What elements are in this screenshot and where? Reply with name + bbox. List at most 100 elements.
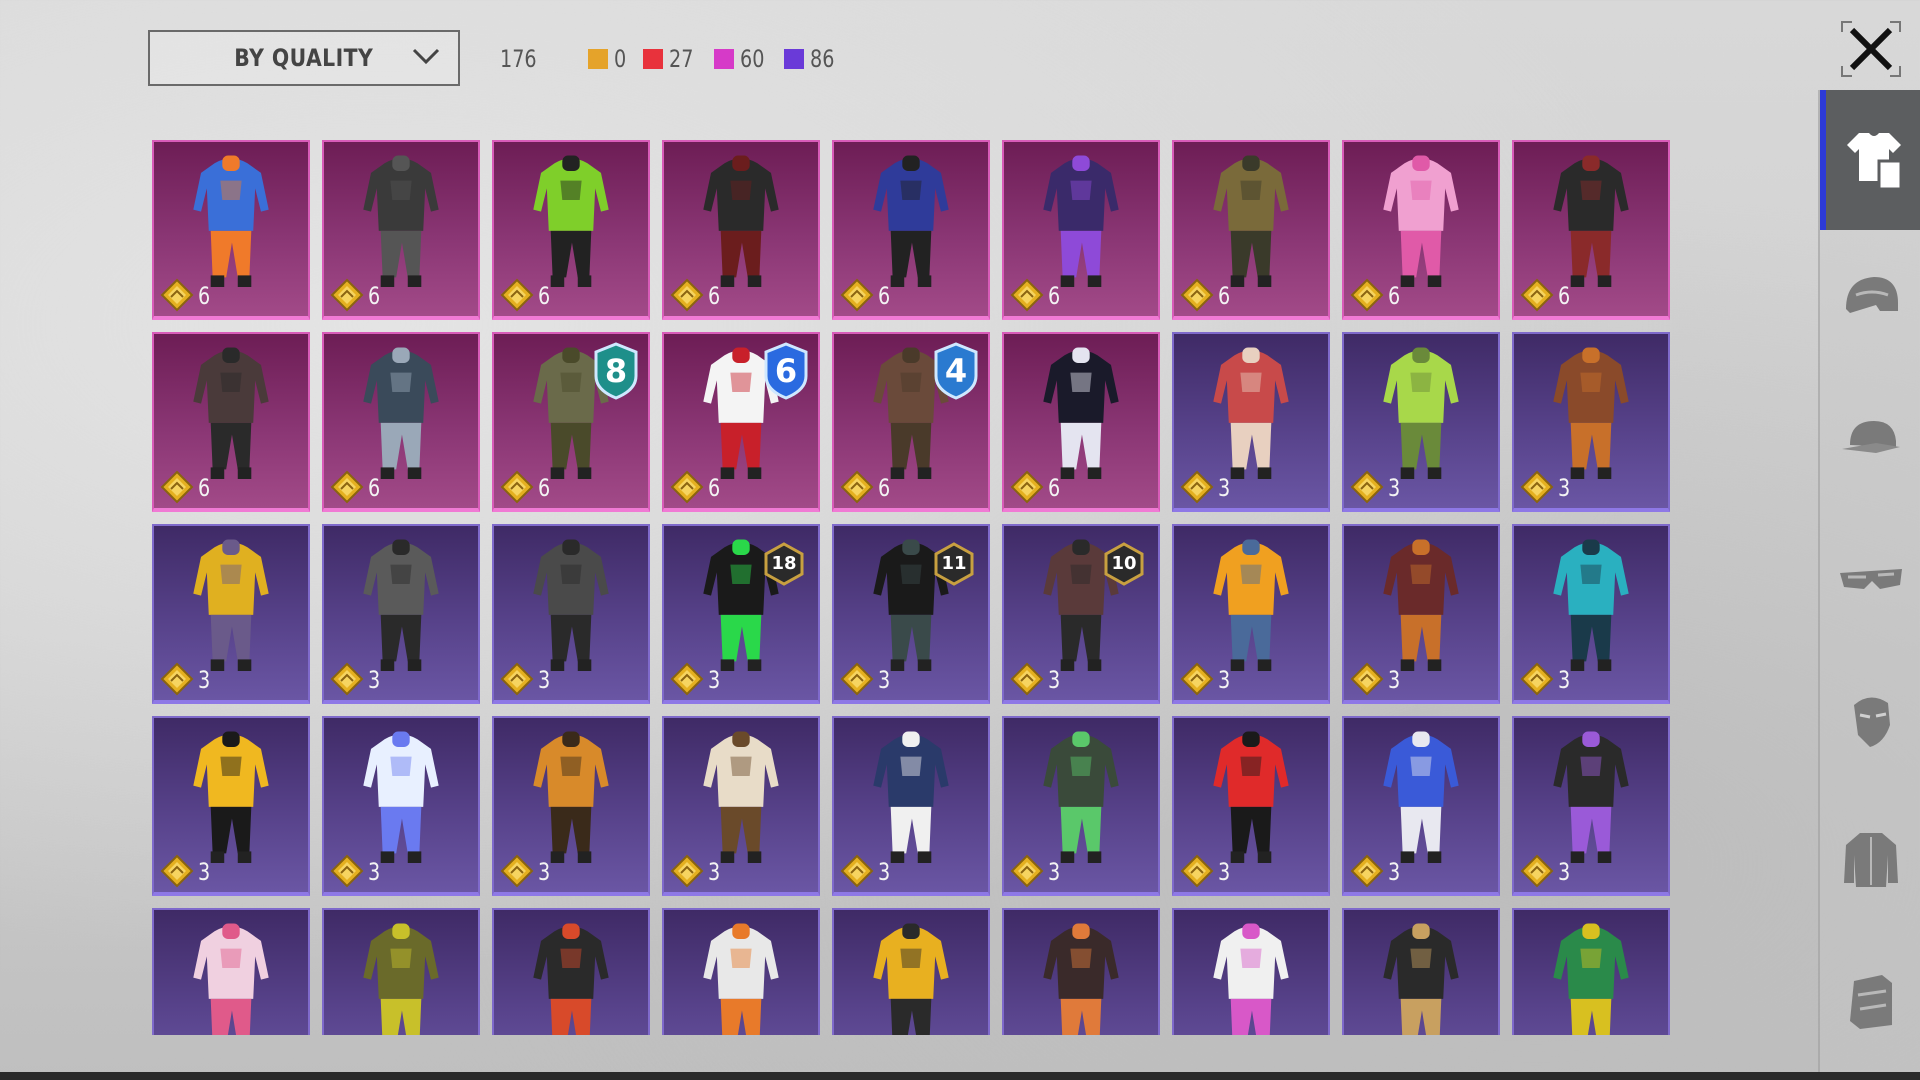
backpack-icon <box>1850 975 1892 1029</box>
quality-count-value: 27 <box>669 45 694 73</box>
outfit-card[interactable]: 3 <box>1512 716 1670 896</box>
coin-icon <box>1010 278 1044 312</box>
coin-icon <box>670 854 704 888</box>
outfit-card[interactable]: 3 <box>152 524 310 704</box>
coin-icon <box>1180 278 1214 312</box>
outfit-card[interactable] <box>1342 908 1500 1035</box>
outfit-card[interactable]: 3 <box>1342 332 1500 512</box>
outfit-card[interactable]: 6 <box>662 140 820 320</box>
card-value: 3 <box>878 666 891 694</box>
outfit-card[interactable]: 3 <box>322 716 480 896</box>
outfit-card[interactable]: 3 <box>662 716 820 896</box>
outfit-card[interactable] <box>662 908 820 1035</box>
outfit-image <box>193 923 269 1035</box>
tab-masks[interactable] <box>1820 650 1920 790</box>
cap-icon <box>1842 421 1900 453</box>
card-value: 3 <box>198 858 211 886</box>
outfit-card[interactable]: 3 <box>1172 716 1330 896</box>
coin-icon <box>840 662 874 696</box>
tab-outfits[interactable] <box>1820 90 1920 230</box>
coin-icon <box>330 278 364 312</box>
outfit-card[interactable]: 3 <box>492 524 650 704</box>
outfit-card[interactable]: 6 <box>1342 140 1500 320</box>
level-badge-number: 8 <box>604 352 628 390</box>
quality-count-pink: 60 <box>713 45 771 73</box>
coin-icon <box>670 278 704 312</box>
sort-dropdown[interactable]: BY QUALITY <box>148 30 460 86</box>
outfit-card[interactable]: 6 <box>492 140 650 320</box>
outfit-card[interactable]: 6 <box>1172 140 1330 320</box>
card-value: 3 <box>1048 858 1061 886</box>
outfit-card[interactable]: 3 10 <box>1002 524 1160 704</box>
card-value: 3 <box>708 858 721 886</box>
outfit-image <box>1043 923 1119 1035</box>
card-value: 3 <box>1388 858 1401 886</box>
outfit-card[interactable]: 68 <box>492 332 650 512</box>
card-value: 3 <box>1218 474 1231 502</box>
coin-icon <box>330 854 364 888</box>
outfit-card[interactable]: 3 <box>1512 332 1670 512</box>
outfit-card[interactable] <box>322 908 480 1035</box>
outfit-card[interactable]: 3 <box>1512 524 1670 704</box>
coin-icon <box>500 854 534 888</box>
outfit-card[interactable] <box>492 908 650 1035</box>
outfit-card[interactable]: 3 11 <box>832 524 990 704</box>
outfit-card[interactable]: 66 <box>662 332 820 512</box>
card-value: 6 <box>708 282 721 310</box>
outfit-card[interactable]: 6 <box>152 332 310 512</box>
outfit-card[interactable]: 6 <box>322 332 480 512</box>
outfit-card[interactable] <box>1512 908 1670 1035</box>
outfit-card[interactable] <box>152 908 310 1035</box>
quality-swatch <box>643 49 664 69</box>
card-value: 6 <box>198 474 211 502</box>
card-value: 3 <box>1558 858 1571 886</box>
coin-icon <box>500 278 534 312</box>
tab-hats[interactable] <box>1820 370 1920 510</box>
coin-icon <box>160 470 194 504</box>
coin-icon <box>670 470 704 504</box>
outfit-card[interactable] <box>1002 908 1160 1035</box>
outfit-card[interactable]: 3 <box>832 716 990 896</box>
coin-icon <box>840 470 874 504</box>
card-value: 3 <box>1558 474 1571 502</box>
coin-icon <box>840 278 874 312</box>
outfit-card[interactable]: 3 <box>1172 524 1330 704</box>
outfit-card[interactable]: 6 <box>152 140 310 320</box>
outfit-card[interactable]: 6 <box>832 140 990 320</box>
goggles-icon <box>1840 569 1902 589</box>
coin-icon <box>330 662 364 696</box>
coin-icon <box>160 278 194 312</box>
outfit-card[interactable] <box>1172 908 1330 1035</box>
outfit-card[interactable]: 3 <box>1342 524 1500 704</box>
tab-helmets[interactable] <box>1820 230 1920 370</box>
outfit-card[interactable]: 3 <box>1002 716 1160 896</box>
outfit-card[interactable]: 6 <box>1002 332 1160 512</box>
outfit-card[interactable]: 3 18 <box>662 524 820 704</box>
card-value: 6 <box>538 474 551 502</box>
tab-jackets[interactable] <box>1820 790 1920 930</box>
outfit-card[interactable] <box>832 908 990 1035</box>
card-value: 6 <box>1048 474 1061 502</box>
outfit-image <box>1213 923 1289 1035</box>
outfit-card[interactable]: 3 <box>1172 332 1330 512</box>
coin-icon <box>1180 470 1214 504</box>
outfit-card[interactable]: 64 <box>832 332 990 512</box>
outfit-image <box>363 923 439 1035</box>
outfit-card[interactable]: 6 <box>322 140 480 320</box>
outfit-card[interactable]: 3 <box>1342 716 1500 896</box>
tab-backpacks[interactable] <box>1820 930 1920 1070</box>
outfit-card[interactable]: 3 <box>322 524 480 704</box>
coin-icon <box>160 854 194 888</box>
card-value: 6 <box>1048 282 1061 310</box>
tier-badge-number: 10 <box>1111 553 1137 574</box>
coin-icon <box>1520 854 1554 888</box>
card-value: 3 <box>1218 666 1231 694</box>
close-icon[interactable] <box>1838 18 1904 80</box>
coin-icon <box>1350 854 1384 888</box>
outfit-card[interactable]: 3 <box>492 716 650 896</box>
tab-goggles[interactable] <box>1820 510 1920 650</box>
outfit-card[interactable]: 3 <box>152 716 310 896</box>
outfit-card[interactable]: 6 <box>1002 140 1160 320</box>
outfit-card[interactable]: 6 <box>1512 140 1670 320</box>
coin-icon <box>500 470 534 504</box>
